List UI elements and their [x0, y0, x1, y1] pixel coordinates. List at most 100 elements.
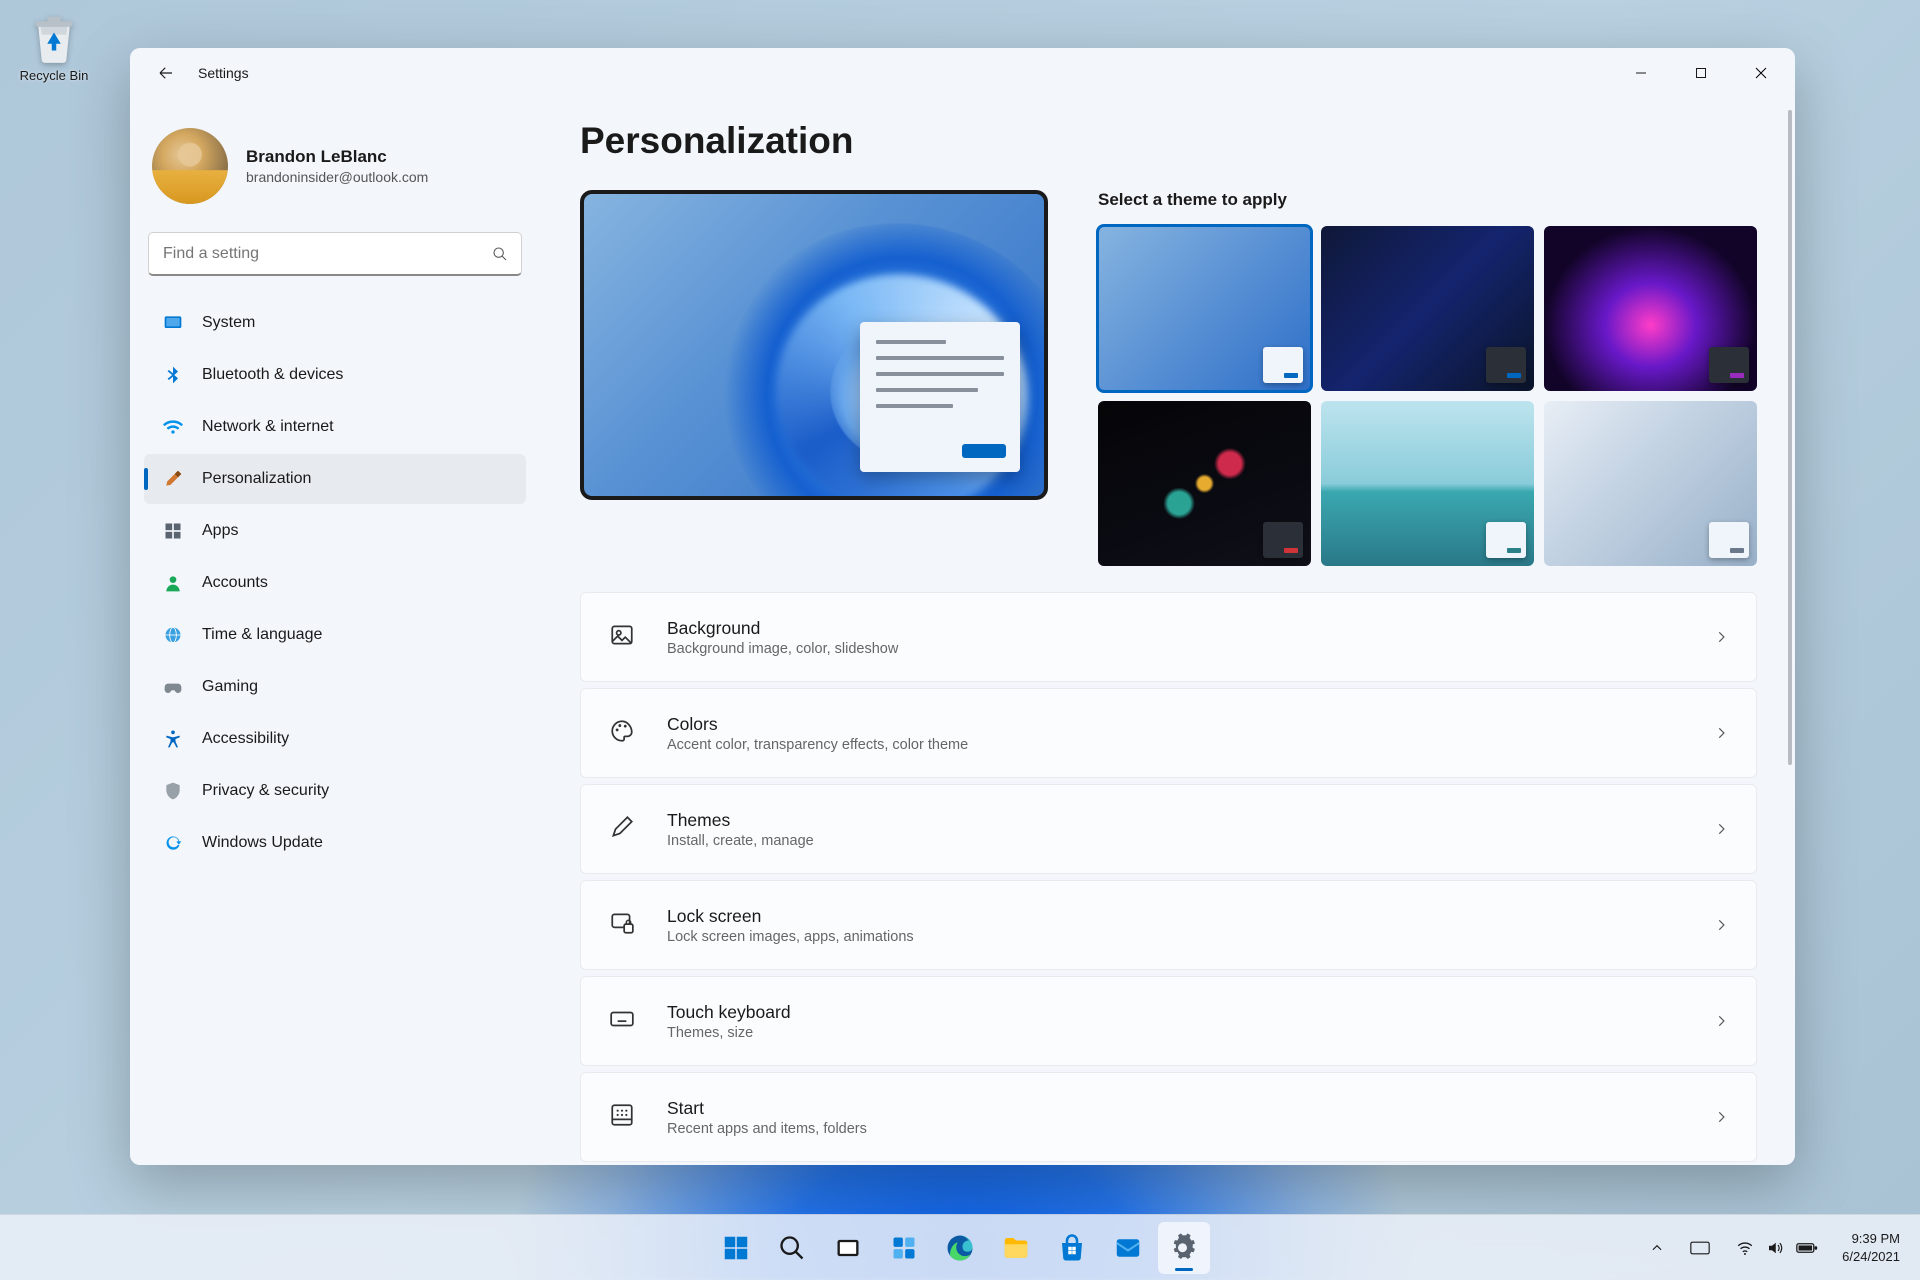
taskbar-store[interactable]	[1046, 1222, 1098, 1274]
taskbar-task-view[interactable]	[822, 1222, 874, 1274]
user-profile[interactable]: Brandon LeBlanc brandoninsider@outlook.c…	[144, 98, 526, 228]
user-email: brandoninsider@outlook.com	[246, 169, 428, 185]
taskbar-search[interactable]	[766, 1222, 818, 1274]
tray-overflow[interactable]	[1638, 1222, 1676, 1274]
person-icon	[162, 572, 184, 594]
widgets-icon	[890, 1234, 918, 1262]
setting-lock-screen[interactable]: Lock screenLock screen images, apps, ani…	[580, 880, 1757, 970]
gear-icon	[1169, 1233, 1199, 1263]
taskbar-settings[interactable]	[1158, 1222, 1210, 1274]
theme-dark-bloom[interactable]	[1321, 226, 1534, 391]
sidebar-item-label: Windows Update	[202, 834, 323, 852]
folder-icon	[1001, 1233, 1031, 1263]
search-input[interactable]	[148, 232, 522, 276]
taskbar-widgets[interactable]	[878, 1222, 930, 1274]
sidebar-item-privacy[interactable]: Privacy & security	[144, 766, 526, 816]
content: Personalization Select a theme to apply	[540, 98, 1795, 1165]
recycle-bin-icon	[27, 10, 81, 64]
search-container	[148, 232, 522, 276]
battery-icon	[1796, 1241, 1818, 1255]
accessibility-icon	[162, 728, 184, 750]
scrollbar[interactable]	[1788, 110, 1792, 1045]
setting-sub: Background image, color, slideshow	[667, 641, 898, 657]
maximize-button[interactable]	[1671, 51, 1731, 95]
desktop-icon-recycle-bin[interactable]: Recycle Bin	[14, 10, 94, 83]
sidebar-item-label: Apps	[202, 522, 238, 540]
wifi-icon	[1736, 1239, 1754, 1257]
taskbar-clock[interactable]: 9:39 PM 6/24/2021	[1832, 1230, 1910, 1265]
theme-grid	[1098, 226, 1757, 566]
sidebar-item-update[interactable]: Windows Update	[144, 818, 526, 868]
back-button[interactable]	[148, 55, 184, 91]
minimize-button[interactable]	[1611, 51, 1671, 95]
speaker-icon	[1766, 1239, 1784, 1257]
sidebar-item-label: System	[202, 314, 255, 332]
mail-icon	[1113, 1233, 1143, 1263]
sidebar-item-accounts[interactable]: Accounts	[144, 558, 526, 608]
taskbar-center	[710, 1222, 1210, 1274]
sidebar-item-accessibility[interactable]: Accessibility	[144, 714, 526, 764]
store-icon	[1057, 1233, 1087, 1263]
start-button[interactable]	[710, 1222, 762, 1274]
theme-glow[interactable]	[1544, 226, 1757, 391]
setting-start[interactable]: StartRecent apps and items, folders	[580, 1072, 1757, 1162]
taskbar-explorer[interactable]	[990, 1222, 1042, 1274]
sidebar-item-gaming[interactable]: Gaming	[144, 662, 526, 712]
palette-icon	[609, 718, 639, 748]
sidebar-item-network[interactable]: Network & internet	[144, 402, 526, 452]
theme-sunrise[interactable]	[1321, 401, 1534, 566]
sidebar-item-label: Accessibility	[202, 730, 289, 748]
themes-section: Select a theme to apply	[1098, 190, 1757, 566]
system-icon	[162, 312, 184, 334]
setting-title: Lock screen	[667, 906, 914, 927]
chevron-right-icon	[1714, 1110, 1728, 1124]
task-view-icon	[834, 1234, 862, 1262]
tray-input[interactable]	[1678, 1222, 1722, 1274]
minimize-icon	[1635, 67, 1647, 79]
update-icon	[162, 832, 184, 854]
close-button[interactable]	[1731, 51, 1791, 95]
arrow-left-icon	[157, 64, 175, 82]
wifi-icon	[162, 416, 184, 438]
clock-date: 6/24/2021	[1842, 1248, 1900, 1266]
setting-touch-keyboard[interactable]: Touch keyboard Themes, size	[580, 976, 1757, 1066]
setting-title: Colors	[667, 714, 968, 735]
windows-icon	[721, 1233, 751, 1263]
setting-themes[interactable]: ThemesInstall, create, manage	[580, 784, 1757, 874]
chevron-right-icon	[1714, 822, 1728, 836]
setting-title: Background	[667, 618, 898, 639]
pen-icon	[609, 814, 639, 844]
avatar	[152, 128, 228, 204]
chevron-right-icon	[1714, 630, 1728, 644]
setting-title: Touch keyboard	[667, 1002, 791, 1023]
setting-background[interactable]: Background Background image, color, slide…	[580, 592, 1757, 682]
image-icon	[609, 622, 639, 652]
sidebar-item-time[interactable]: Time & language	[144, 610, 526, 660]
setting-title: Themes	[667, 810, 814, 831]
setting-title: Start	[667, 1098, 867, 1119]
settings-list: Background Background image, color, slide…	[580, 592, 1757, 1165]
taskbar-edge[interactable]	[934, 1222, 986, 1274]
user-name: Brandon LeBlanc	[246, 147, 428, 167]
theme-flow[interactable]	[1544, 401, 1757, 566]
theme-captured-motion[interactable]	[1098, 401, 1311, 566]
tray-network-sound-battery[interactable]	[1724, 1222, 1830, 1274]
sidebar-item-system[interactable]: System	[144, 298, 526, 348]
sidebar-item-label: Gaming	[202, 678, 258, 696]
nav: System Bluetooth & devices Network & int…	[144, 298, 526, 868]
desktop-icon-label: Recycle Bin	[14, 68, 94, 83]
maximize-icon	[1695, 67, 1707, 79]
close-icon	[1755, 67, 1767, 79]
desktop-preview	[580, 190, 1048, 500]
titlebar: Settings	[130, 48, 1795, 98]
chevron-up-icon	[1650, 1241, 1664, 1255]
sidebar-item-apps[interactable]: Apps	[144, 506, 526, 556]
sidebar-item-personalization[interactable]: Personalization	[144, 454, 526, 504]
sidebar-item-bluetooth[interactable]: Bluetooth & devices	[144, 350, 526, 400]
setting-colors[interactable]: ColorsAccent color, transparency effects…	[580, 688, 1757, 778]
taskbar-mail[interactable]	[1102, 1222, 1154, 1274]
theme-light-bloom[interactable]	[1098, 226, 1311, 391]
setting-sub: Themes, size	[667, 1025, 791, 1041]
preview-window-card	[860, 322, 1020, 472]
bluetooth-icon	[162, 364, 184, 386]
